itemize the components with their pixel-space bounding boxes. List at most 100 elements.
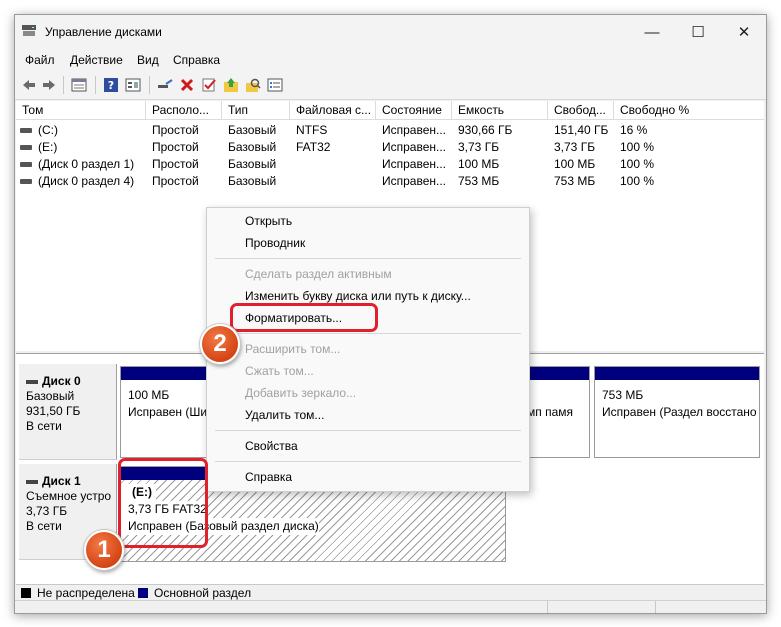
legend-unallocated-swatch xyxy=(21,588,31,598)
disk-0-label[interactable]: Диск 0 Базовый 931,50 ГБ В сети xyxy=(19,364,117,460)
volume-filesystem: FAT32 xyxy=(296,140,331,154)
disk-1-title: Диск 1 xyxy=(26,474,116,489)
up-folder-icon[interactable] xyxy=(223,77,239,93)
column-header-filesystem[interactable]: Файловая с... xyxy=(290,101,376,120)
properties-icon[interactable] xyxy=(71,77,87,93)
volume-layout: Простой xyxy=(152,174,199,188)
column-header-layout[interactable]: Располо... xyxy=(146,101,222,120)
minimize-button[interactable]: — xyxy=(629,15,675,49)
volume-percent-free: 16 % xyxy=(620,123,648,137)
volume-status: Исправен... xyxy=(382,174,447,188)
drive-icon xyxy=(20,179,32,184)
column-header-free-space[interactable]: Свобод... xyxy=(548,101,614,120)
menu-item-help[interactable]: Справка xyxy=(245,470,292,484)
menu-item-shrink-volume: Сжать том... xyxy=(245,364,314,378)
volume-status: Исправен... xyxy=(382,140,447,154)
step-2-badge: 2 xyxy=(200,324,240,364)
column-header-type[interactable]: Тип xyxy=(222,101,290,120)
partition-size xyxy=(527,387,589,404)
volume-capacity: 3,73 ГБ xyxy=(458,140,500,154)
disk-0-partition-1[interactable]: 100 МБ Исправен (Ши xyxy=(120,366,220,458)
volume-type: Базовый xyxy=(228,123,277,137)
volume-layout: Простой xyxy=(152,140,199,154)
table-row[interactable]: (Диск 0 раздел 4) Простой Базовый Исправ… xyxy=(16,173,764,190)
volume-layout: Простой xyxy=(152,157,199,171)
drive-icon xyxy=(20,162,32,167)
menu-separator xyxy=(215,430,521,431)
menu-item-extend-volume: Расширить том... xyxy=(245,342,341,356)
menu-file[interactable]: Файл xyxy=(25,53,55,67)
menu-item-open[interactable]: Открыть xyxy=(245,214,292,228)
volume-status: Исправен... xyxy=(382,123,447,137)
disk-0-partition-3[interactable]: мп памя xyxy=(526,366,590,458)
volume-name: (Диск 0 раздел 4) xyxy=(38,174,135,188)
list-icon[interactable] xyxy=(267,77,283,93)
menu-separator xyxy=(215,333,521,334)
step-1-badge: 1 xyxy=(84,530,124,570)
menu-item-delete-volume[interactable]: Удалить том... xyxy=(245,408,324,422)
toolbar: ? xyxy=(15,71,766,100)
volume-name: (Диск 0 раздел 1) xyxy=(38,157,135,171)
drive-icon xyxy=(20,128,32,133)
forward-arrow-icon[interactable] xyxy=(41,77,57,93)
legend-bar: Не распределена Основной раздел xyxy=(16,584,764,601)
menu-action[interactable]: Действие xyxy=(70,53,123,67)
menu-item-change-drive-letter[interactable]: Изменить букву диска или путь к диску... xyxy=(245,289,471,303)
menu-bar: Файл Действие Вид Справка xyxy=(15,49,766,71)
view-icon[interactable] xyxy=(125,77,141,93)
column-header-percent-free[interactable]: Свободно % xyxy=(614,101,764,120)
delete-icon[interactable] xyxy=(179,77,195,93)
maximize-button[interactable]: ☐ xyxy=(675,15,721,49)
volume-free-space: 753 МБ xyxy=(554,174,596,188)
toolbar-separator xyxy=(63,76,64,94)
table-row[interactable]: (C:) Простой Базовый NTFS Исправен... 93… xyxy=(16,122,764,139)
volume-status: Исправен... xyxy=(382,157,447,171)
column-header-status[interactable]: Состояние xyxy=(376,101,452,120)
menu-help[interactable]: Справка xyxy=(173,53,220,67)
back-arrow-icon[interactable] xyxy=(21,77,37,93)
partition-status: мп памя xyxy=(527,405,574,419)
toolbar-separator xyxy=(95,76,96,94)
menu-view[interactable]: Вид xyxy=(137,53,159,67)
volume-free-space: 151,40 ГБ xyxy=(554,123,609,137)
menu-item-add-mirror: Добавить зеркало... xyxy=(245,386,357,400)
table-row[interactable]: (E:) Простой Базовый FAT32 Исправен... 3… xyxy=(16,139,764,156)
volume-type: Базовый xyxy=(228,174,277,188)
search-folder-icon[interactable] xyxy=(245,77,261,93)
legend-unallocated-label: Не распределена xyxy=(37,586,135,600)
status-bar xyxy=(15,600,766,613)
drive-icon xyxy=(20,145,32,150)
volume-free-space: 3,73 ГБ xyxy=(554,140,596,154)
window-title: Управление дисками xyxy=(45,25,162,39)
menu-separator xyxy=(215,461,521,462)
connect-icon[interactable] xyxy=(157,77,173,93)
volume-name: (E:) xyxy=(38,140,58,154)
context-menu: Открыть Проводник Сделать раздел активны… xyxy=(206,207,530,492)
column-header-volume[interactable]: Том xyxy=(16,101,146,120)
menu-item-explorer[interactable]: Проводник xyxy=(245,236,305,250)
partition-bar xyxy=(121,367,219,380)
legend-primary-swatch xyxy=(138,588,148,598)
volume-free-space: 100 МБ xyxy=(554,157,596,171)
volume-percent-free: 100 % xyxy=(620,157,655,171)
partition-size: 753 МБ xyxy=(602,388,644,402)
disk-0-title: Диск 0 xyxy=(26,374,116,389)
disk-0-partition-4[interactable]: 753 МБ Исправен (Раздел восстано xyxy=(594,366,760,458)
table-row[interactable]: (Диск 0 раздел 1) Простой Базовый Исправ… xyxy=(16,156,764,173)
check-icon[interactable] xyxy=(201,77,217,93)
menu-item-properties[interactable]: Свойства xyxy=(245,439,298,453)
disk-0-status: В сети xyxy=(26,419,62,433)
disk-icon xyxy=(26,379,38,384)
volume-capacity: 753 МБ xyxy=(458,174,500,188)
volume-layout: Простой xyxy=(152,123,199,137)
format-highlight-box xyxy=(230,303,378,332)
volume-percent-free: 100 % xyxy=(620,140,655,154)
column-header-capacity[interactable]: Емкость xyxy=(452,101,548,120)
status-divider xyxy=(547,601,548,613)
disk-1-size: 3,73 ГБ xyxy=(26,504,68,518)
volume-type: Базовый xyxy=(228,157,277,171)
help-icon[interactable]: ? xyxy=(103,77,119,93)
close-button[interactable]: ✕ xyxy=(721,15,766,49)
partition-status: Исправен (Раздел восстано xyxy=(602,405,757,419)
volume-percent-free: 100 % xyxy=(620,174,655,188)
